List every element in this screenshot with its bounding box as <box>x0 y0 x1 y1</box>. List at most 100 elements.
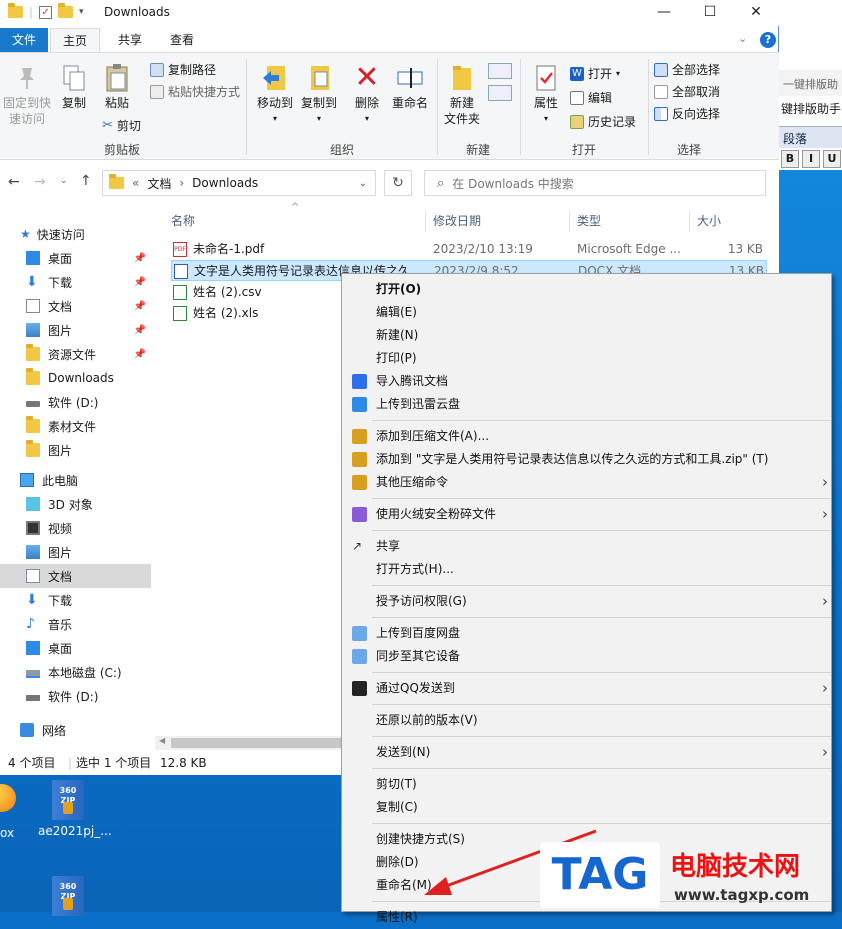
column-header-size[interactable]: 大小 <box>697 210 721 232</box>
open-button[interactable]: W 打开 ▾ <box>570 63 620 85</box>
menu-item[interactable]: 添加到 "文字是人类用符号记录表达信息以传之久远的方式和工具.zip" (T) <box>343 448 830 471</box>
nav-pc-music[interactable]: ♪ 音乐 <box>0 612 152 636</box>
menu-item[interactable]: 发送到(N) › <box>343 741 830 764</box>
tab-view[interactable]: 查看 <box>158 28 206 52</box>
nav-item-drive-d[interactable]: 软件 (D:) <box>0 390 152 414</box>
nav-pc-downloads[interactable]: ⬇ 下载 <box>0 588 152 612</box>
nav-item-resources[interactable]: 资源文件 📌 <box>0 342 152 366</box>
nav-item-documents[interactable]: 文档 📌 <box>0 294 152 318</box>
menu-item[interactable]: 打开(O) <box>343 278 830 301</box>
desktop-partial-icon[interactable] <box>0 778 20 818</box>
recent-locations-icon[interactable]: ⌄ <box>60 176 68 186</box>
copy-button[interactable]: 复制 <box>56 63 92 111</box>
minimize-button[interactable]: — <box>641 0 687 26</box>
tab-file[interactable]: 文件 <box>0 28 48 52</box>
menu-item[interactable]: ↗ 共享 <box>343 535 830 558</box>
rename-button[interactable]: 重命名 <box>388 63 432 111</box>
menu-item[interactable]: 编辑(E) <box>343 301 830 324</box>
menu-item[interactable]: 通过QQ发送到 › <box>343 677 830 700</box>
nav-pc-drive-d[interactable]: 软件 (D:) <box>0 684 152 708</box>
menu-item[interactable]: 添加到压缩文件(A)... <box>343 425 830 448</box>
nav-item-desktop[interactable]: 桌面 📌 <box>0 246 152 270</box>
up-arrow-icon[interactable]: ↑ <box>80 173 92 189</box>
paste-button[interactable]: 粘贴 <box>98 63 136 111</box>
nav-quick-access[interactable]: ★ 快速访问 <box>0 222 152 246</box>
nav-pc-desktop[interactable]: 桌面 <box>0 636 152 660</box>
desktop-icon-ae2021[interactable]: 360 ZIP ae2021pj_... <box>38 780 112 838</box>
menu-item[interactable]: 上传到迅雷云盘 <box>343 393 830 416</box>
menu-item[interactable]: 导入腾讯文档 <box>343 370 830 393</box>
forward-arrow-icon[interactable]: → <box>34 174 46 190</box>
nav-pc-documents[interactable]: 文档 <box>0 564 151 588</box>
select-none-button[interactable]: 全部取消 <box>654 81 720 103</box>
column-header-type[interactable]: 类型 <box>577 210 601 232</box>
menu-item[interactable]: 还原以前的版本(V) <box>343 709 830 732</box>
close-button[interactable]: ✕ <box>733 0 779 26</box>
nav-pc-pictures[interactable]: 图片 <box>0 540 152 564</box>
desktop-icon-zip2[interactable]: 360 ZIP <box>38 876 98 920</box>
maximize-button[interactable]: ☐ <box>687 0 733 26</box>
new-folder-qa-icon[interactable] <box>58 3 74 18</box>
pin-quick-access-button[interactable]: 固定到快 速访问 <box>2 63 52 127</box>
copy-to-button[interactable]: 复制到 ▾ <box>298 63 340 127</box>
nav-pc-drive-c[interactable]: 本地磁盘 (C:) <box>0 660 152 684</box>
new-folder-button[interactable]: 新建 文件夹 <box>440 63 484 127</box>
menu-item[interactable]: 其他压缩命令 › <box>343 471 830 494</box>
search-input[interactable]: ⌕ 在 Downloads 中搜索 <box>424 170 766 196</box>
nav-item-pictures[interactable]: 图片 📌 <box>0 318 152 342</box>
refresh-button[interactable]: ↻ <box>384 170 412 196</box>
properties-ribbon-button[interactable]: 属性 ▾ <box>526 63 566 127</box>
move-to-button[interactable]: 移动到 ▾ <box>254 63 296 127</box>
nav-pc-3d[interactable]: 3D 对象 <box>0 492 152 516</box>
ribbon-collapse-icon[interactable]: ⌄ <box>738 32 747 45</box>
nav-pc-videos[interactable]: 视频 <box>0 516 152 540</box>
delete-button[interactable]: ✕ 删除 ▾ <box>348 63 386 127</box>
menu-item[interactable]: 打印(P) <box>343 347 830 370</box>
select-all-button[interactable]: 全部选择 <box>654 59 720 81</box>
docx-file-icon <box>174 264 188 279</box>
column-header-name[interactable]: 名称 <box>171 210 195 232</box>
paste-shortcut-button[interactable]: 粘贴快捷方式 <box>150 81 240 103</box>
breadcrumb-documents[interactable]: 文档 <box>147 175 171 192</box>
nav-item-materials[interactable]: 素材文件 <box>0 414 152 438</box>
menu-item[interactable]: 剪切(T) <box>343 773 830 796</box>
bold-button[interactable]: B <box>781 150 799 168</box>
menu-item[interactable]: 新建(N) <box>343 324 830 347</box>
cut-button[interactable]: ✂ 剪切 <box>102 115 141 137</box>
new-item-icon[interactable] <box>488 63 512 79</box>
copy-path-button[interactable]: 复制路径 <box>150 59 216 81</box>
group-clipboard-label: 剪贴板 <box>103 143 140 157</box>
back-arrow-icon[interactable]: ← <box>8 174 20 190</box>
edit-button[interactable]: 编辑 <box>570 87 612 109</box>
invert-selection-button[interactable]: 反向选择 <box>654 103 720 125</box>
breadcrumb-downloads[interactable]: Downloads <box>192 176 258 190</box>
menu-separator <box>372 530 831 531</box>
tab-home[interactable]: 主页 <box>50 28 101 52</box>
address-dropdown-icon[interactable]: ⌄ <box>359 178 367 189</box>
menu-item[interactable]: 上传到百度网盘 <box>343 622 830 645</box>
menu-item[interactable]: 授予访问权限(G) › <box>343 590 830 613</box>
nav-network[interactable]: 网络 <box>0 718 152 742</box>
column-header-date[interactable]: 修改日期 <box>433 210 481 232</box>
italic-button[interactable]: I <box>802 150 820 168</box>
qa-dropdown-icon[interactable]: ▾ <box>79 7 84 17</box>
scroll-left-icon[interactable]: ◀ <box>159 736 165 745</box>
help-icon[interactable]: ? <box>760 32 776 48</box>
menu-item[interactable]: 使用火绒安全粉碎文件 › <box>343 503 830 526</box>
scroll-thumb[interactable] <box>171 738 341 748</box>
underline-button[interactable]: U <box>823 150 841 168</box>
history-button[interactable]: 历史记录 <box>570 111 636 133</box>
tab-share[interactable]: 共享 <box>106 28 154 52</box>
nav-item-downloads-folder[interactable]: Downloads <box>0 366 152 390</box>
menu-item[interactable]: 同步至其它设备 <box>343 645 830 668</box>
horizontal-scrollbar[interactable]: ◀ <box>155 736 345 750</box>
file-row[interactable]: PDF 未命名-1.pdf 2023/2/10 13:19 Microsoft … <box>171 239 767 260</box>
properties-qa-icon[interactable]: ✓ <box>39 5 53 19</box>
nav-item-downloads[interactable]: ⬇ 下载 📌 <box>0 270 152 294</box>
menu-item[interactable]: 打开方式(H)... <box>343 558 830 581</box>
nav-item-pictures-folder[interactable]: 图片 <box>0 438 152 462</box>
nav-this-pc[interactable]: 此电脑 <box>0 468 152 492</box>
address-bar[interactable]: « 文档 › Downloads ⌄ <box>102 170 376 196</box>
easy-access-icon[interactable] <box>488 85 512 101</box>
menu-item[interactable]: 复制(C) <box>343 796 830 819</box>
